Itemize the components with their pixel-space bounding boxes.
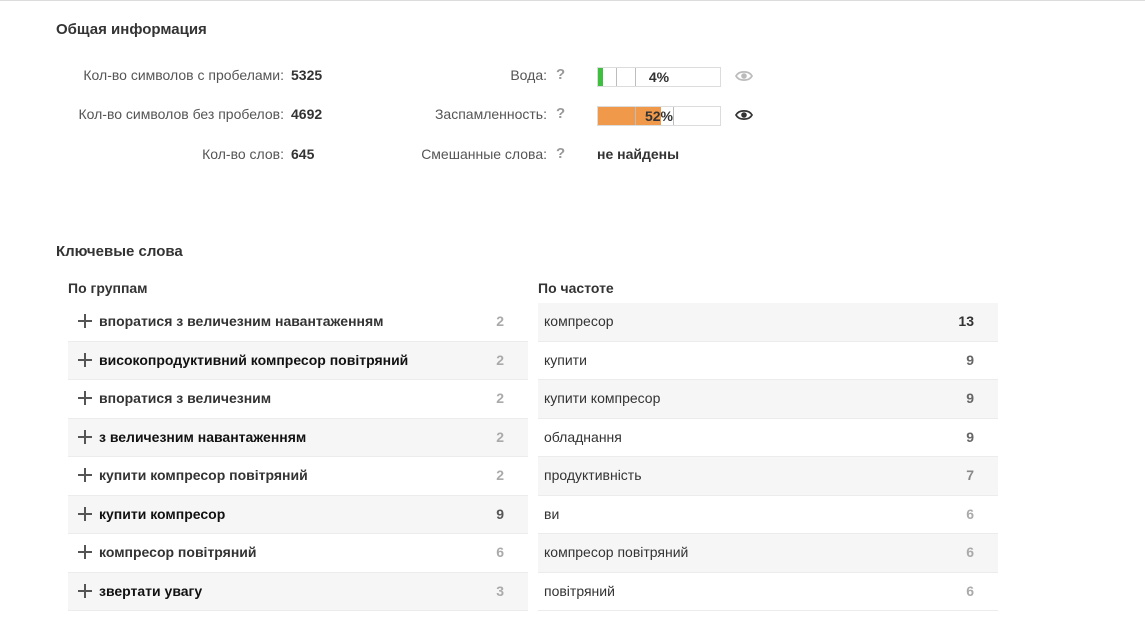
frequency-word: повітряний: [544, 582, 615, 599]
frequency-count: 6: [966, 582, 974, 599]
frequency-word: купити компресор: [544, 390, 661, 406]
group-count: 2: [496, 390, 504, 406]
frequency-count: 9: [966, 390, 974, 406]
frequency-word: компресор: [544, 313, 614, 329]
group-phrase: звертати увагу: [99, 582, 203, 599]
plus-icon[interactable]: [78, 583, 92, 598]
word-count-value: 645: [291, 146, 315, 162]
frequency-row: компресор повітряний 6: [538, 534, 998, 573]
water-label: Вода:: [510, 67, 547, 83]
frequency-row: купити 9: [538, 342, 998, 380]
keyword-frequency-list: компресор 13 купити 9 купити компресор 9 об…: [538, 303, 998, 611]
frequency-row: обладнання 9: [538, 419, 998, 457]
keywords-title: Ключевые слова: [56, 243, 183, 260]
group-row[interactable]: впоратися з величезним навантаженням 2: [68, 303, 528, 342]
water-bar: 4%: [597, 67, 721, 87]
group-phrase: з величезним навантаженням: [99, 428, 307, 445]
group-row[interactable]: купити компресор повітряний 2: [68, 457, 528, 496]
group-row[interactable]: високопродуктивний компресор повітряний 2: [68, 341, 528, 380]
frequency-column-title: По частоте: [538, 280, 614, 296]
frequency-row: компресор 13: [538, 303, 998, 342]
frequency-word: ви: [544, 505, 560, 522]
chars-with-spaces-value: 5325: [291, 67, 323, 83]
group-row[interactable]: з величезним навантаженням 2: [68, 418, 528, 457]
group-phrase: високопродуктивний компресор повітряний: [99, 351, 409, 368]
plus-icon[interactable]: [78, 352, 92, 367]
group-phrase: купити компресор повітряний: [99, 467, 308, 483]
plus-icon[interactable]: [78, 506, 92, 521]
group-row[interactable]: купити компресор 9: [68, 495, 528, 534]
group-count: 3: [496, 582, 504, 599]
water-eye-icon[interactable]: [735, 69, 753, 83]
mixed-words-value: не найдены: [597, 146, 680, 162]
group-count: 2: [496, 428, 504, 445]
group-count: 2: [496, 313, 504, 329]
frequency-count: 9: [966, 351, 974, 368]
spam-eye-icon[interactable]: [735, 108, 753, 122]
group-row[interactable]: впоратися з величезним 2: [68, 380, 528, 419]
water-help-icon[interactable]: ?: [556, 66, 565, 83]
water-percent: 4%: [648, 69, 670, 85]
frequency-row: продуктивність 7: [538, 457, 998, 496]
mixed-words-label: Смешанные слова:: [421, 146, 547, 162]
plus-icon[interactable]: [78, 468, 92, 482]
spam-percent: 52%: [644, 108, 674, 124]
frequency-count: 6: [966, 544, 974, 560]
frequency-word: обладнання: [544, 428, 622, 445]
group-row[interactable]: звертати увагу 3: [68, 572, 528, 611]
plus-icon[interactable]: [78, 545, 92, 559]
group-row[interactable]: компресор повітряний 6: [68, 534, 528, 573]
frequency-count: 6: [966, 505, 974, 522]
group-count: 6: [496, 544, 504, 560]
group-count: 2: [496, 351, 504, 368]
spam-label: Заспамленность:: [434, 106, 547, 122]
frequency-word: купити: [544, 351, 587, 368]
plus-icon[interactable]: [78, 429, 92, 444]
group-phrase: впоратися з величезним: [99, 390, 272, 406]
top-divider: [0, 0, 1145, 1]
keyword-groups-list: впоратися з величезним навантаженням 2 ви…: [68, 303, 528, 611]
frequency-row: ви 6: [538, 496, 998, 534]
word-count-label: Кол-во слов:: [202, 146, 284, 162]
frequency-word: компресор повітряний: [544, 544, 689, 560]
frequency-row: купити компресор 9: [538, 380, 998, 419]
group-phrase: купити компресор: [99, 505, 226, 522]
group-phrase: впоратися з величезним навантаженням: [99, 313, 384, 329]
group-count: 2: [496, 467, 504, 483]
spam-help-icon[interactable]: ?: [556, 105, 565, 122]
frequency-count: 13: [958, 313, 974, 329]
group-phrase: компресор повітряний: [99, 544, 257, 560]
frequency-count: 9: [966, 428, 974, 445]
frequency-word: продуктивність: [544, 467, 642, 483]
group-count: 9: [496, 505, 504, 522]
spam-bar: 52%: [597, 106, 721, 126]
chars-no-spaces-value: 4692: [291, 106, 323, 122]
plus-icon[interactable]: [78, 314, 92, 328]
frequency-count: 7: [966, 467, 974, 483]
mixed-words-help-icon[interactable]: ?: [556, 145, 565, 162]
chars-with-spaces-label: Кол-во символов с пробелами:: [83, 67, 284, 83]
chars-no-spaces-label: Кол-во символов без пробелов:: [78, 106, 285, 122]
groups-column-title: По группам: [68, 280, 148, 296]
plus-icon[interactable]: [78, 391, 92, 405]
general-info-title: Общая информация: [56, 21, 207, 38]
frequency-row: повітряний 6: [538, 573, 998, 611]
